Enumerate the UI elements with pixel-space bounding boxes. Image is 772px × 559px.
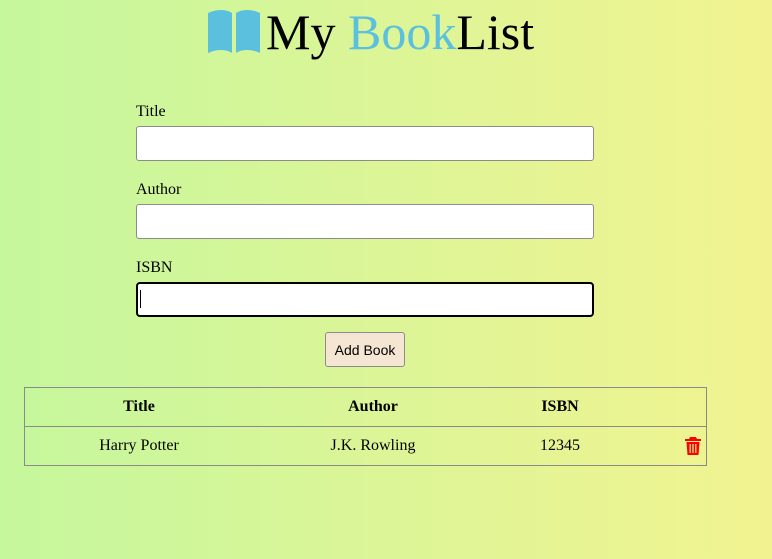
cell-action [627,427,707,466]
text-caret [140,290,141,308]
author-label: Author [136,181,182,198]
title-part-list: List [456,4,535,60]
app-title: My BookList [266,4,534,60]
open-book-icon [208,10,260,53]
isbn-label: ISBN [136,259,173,276]
column-header-action [627,388,707,427]
book-list-table: Title Author ISBN Harry Potter J.K. Rowl… [24,387,707,466]
column-header-title: Title [123,398,155,415]
trash-icon[interactable] [684,437,701,456]
cell-author: J.K. Rowling [330,437,416,454]
table-row: Harry Potter J.K. Rowling 12345 [25,427,707,466]
cell-title: Harry Potter [99,437,179,454]
isbn-input[interactable] [136,282,594,317]
title-part-my: My [266,4,348,60]
table-header-row: Title Author ISBN [24,388,707,427]
add-book-button[interactable]: Add Book [325,332,405,367]
column-header-author: Author [348,398,398,415]
cell-isbn: 12345 [540,437,580,454]
title-label: Title [136,103,166,120]
title-input[interactable] [136,126,594,161]
title-part-book: Book [347,4,457,60]
author-input[interactable] [136,204,594,239]
column-header-isbn: ISBN [541,398,579,415]
app-header: My BookList [0,4,772,60]
